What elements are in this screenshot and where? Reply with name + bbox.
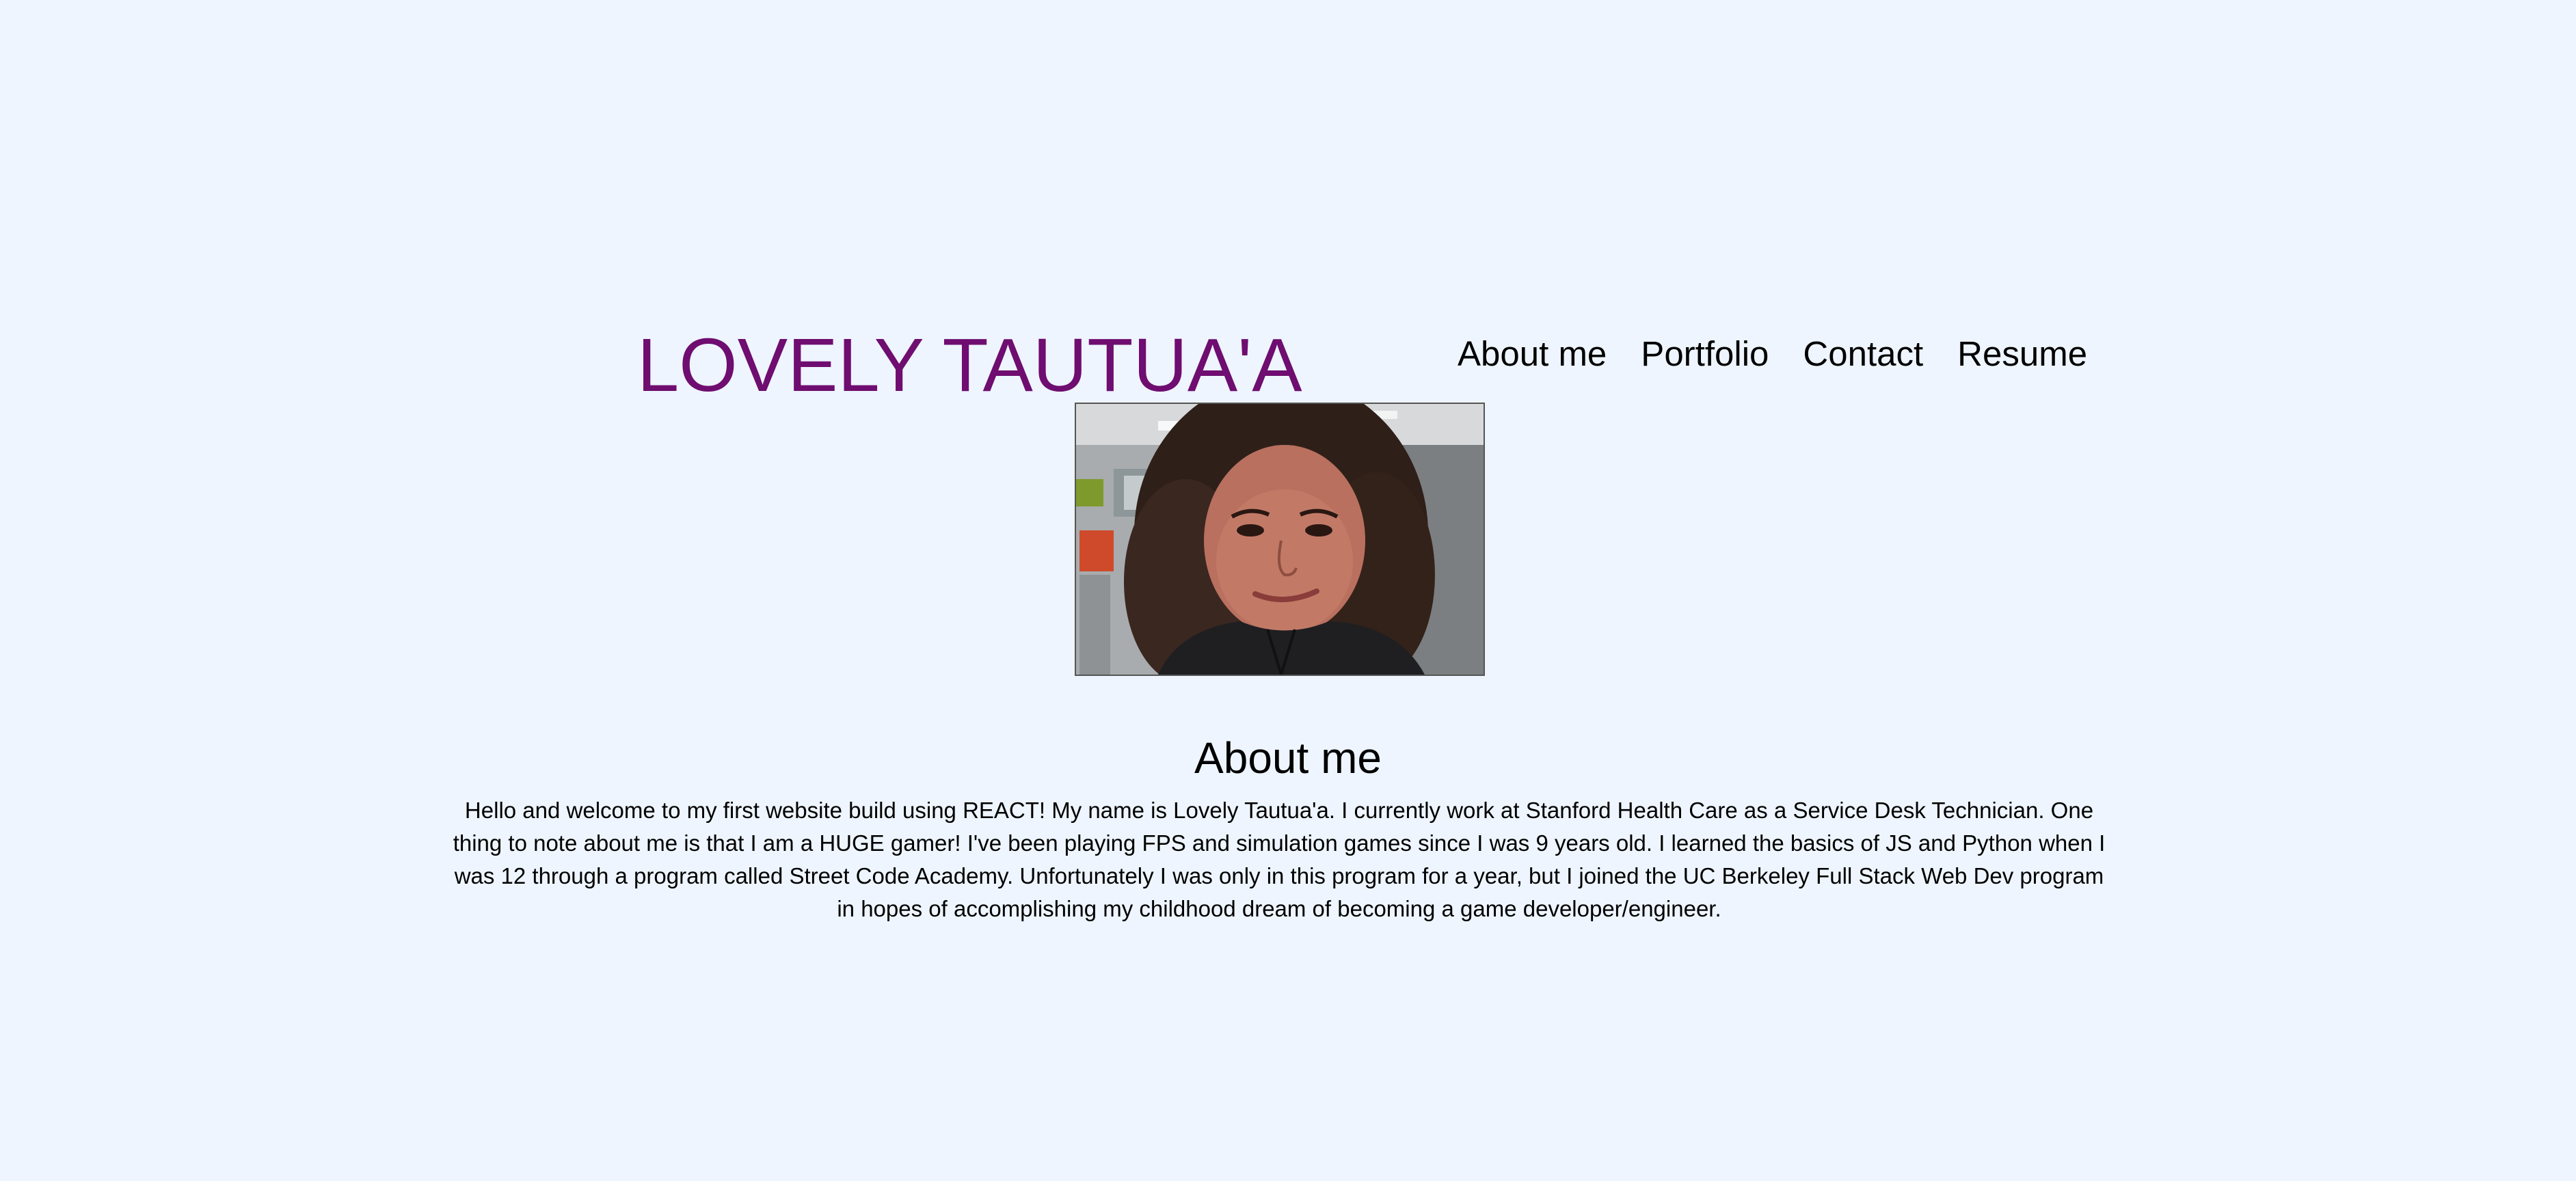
about-paragraph: Hello and welcome to my first website bu…: [453, 798, 2106, 921]
site-title: LOVELY TAUTUA'A: [637, 323, 1302, 407]
nav-resume[interactable]: Resume: [1957, 334, 2087, 375]
nav-portfolio[interactable]: Portfolio: [1641, 334, 1769, 375]
nav-about-me[interactable]: About me: [1458, 334, 1607, 375]
nav-contact[interactable]: Contact: [1803, 334, 1923, 375]
profile-photo-image: [1076, 404, 1484, 675]
profile-photo: [1075, 403, 1485, 676]
main-nav: About me Portfolio Contact Resume: [1458, 327, 2087, 381]
page: LOVELY TAUTUA'A About me Portfolio Conta…: [0, 0, 2576, 1181]
about-heading: About me: [1194, 733, 1382, 783]
